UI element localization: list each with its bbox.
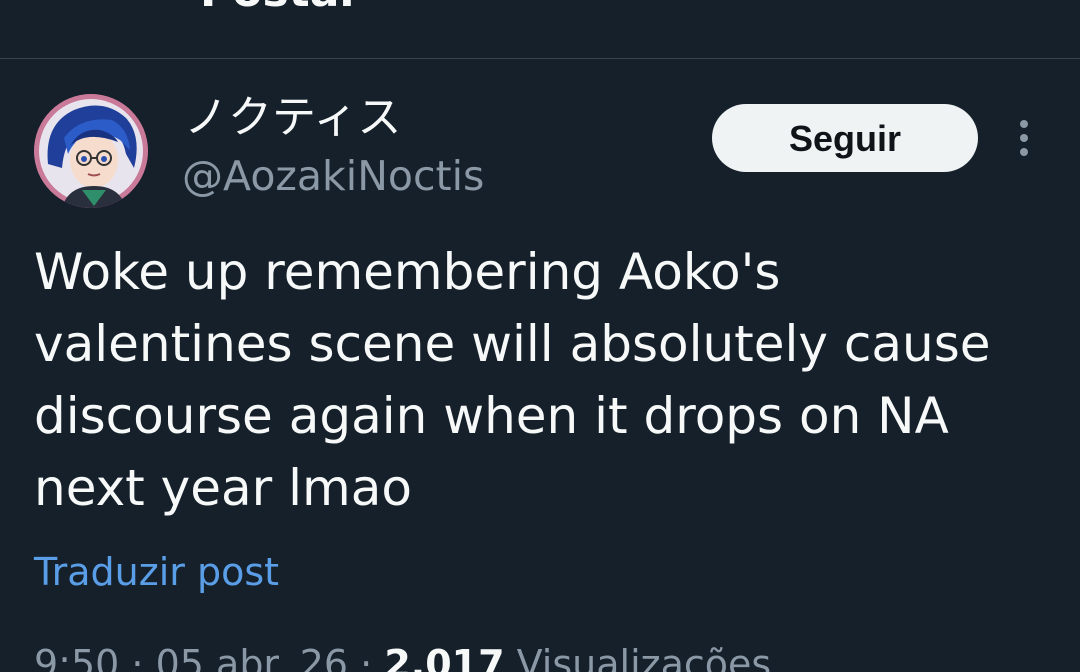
translate-post-link[interactable]: Traduzir post: [34, 545, 279, 599]
post-date[interactable]: 05 abr. 26: [156, 642, 349, 672]
page-title: Postar: [200, 0, 361, 14]
views-label: Visualizações: [516, 642, 772, 672]
avatar[interactable]: [34, 94, 148, 208]
author-display-name[interactable]: ノクティス: [184, 90, 401, 146]
post-meta: 9:50 · 05 abr. 26 · 2.017 Visualizações: [34, 640, 771, 672]
meta-separator: ·: [119, 642, 156, 672]
post-time[interactable]: 9:50: [34, 642, 119, 672]
arrow-left-icon[interactable]: ←: [58, 0, 95, 10]
post-detail-screen: ← Postar ノクティス @AozakiNoctis Seguir Woke…: [0, 0, 1080, 672]
top-bar: ← Postar: [0, 0, 1080, 59]
views-count: 2.017: [384, 642, 505, 672]
more-vertical-icon[interactable]: [1010, 118, 1038, 158]
follow-button[interactable]: Seguir: [712, 104, 978, 172]
author-handle[interactable]: @AozakiNoctis: [182, 150, 484, 202]
avatar-image: [34, 94, 148, 208]
post-text: Woke up remembering Aoko's valentines sc…: [34, 243, 991, 517]
meta-separator: ·: [348, 642, 385, 672]
